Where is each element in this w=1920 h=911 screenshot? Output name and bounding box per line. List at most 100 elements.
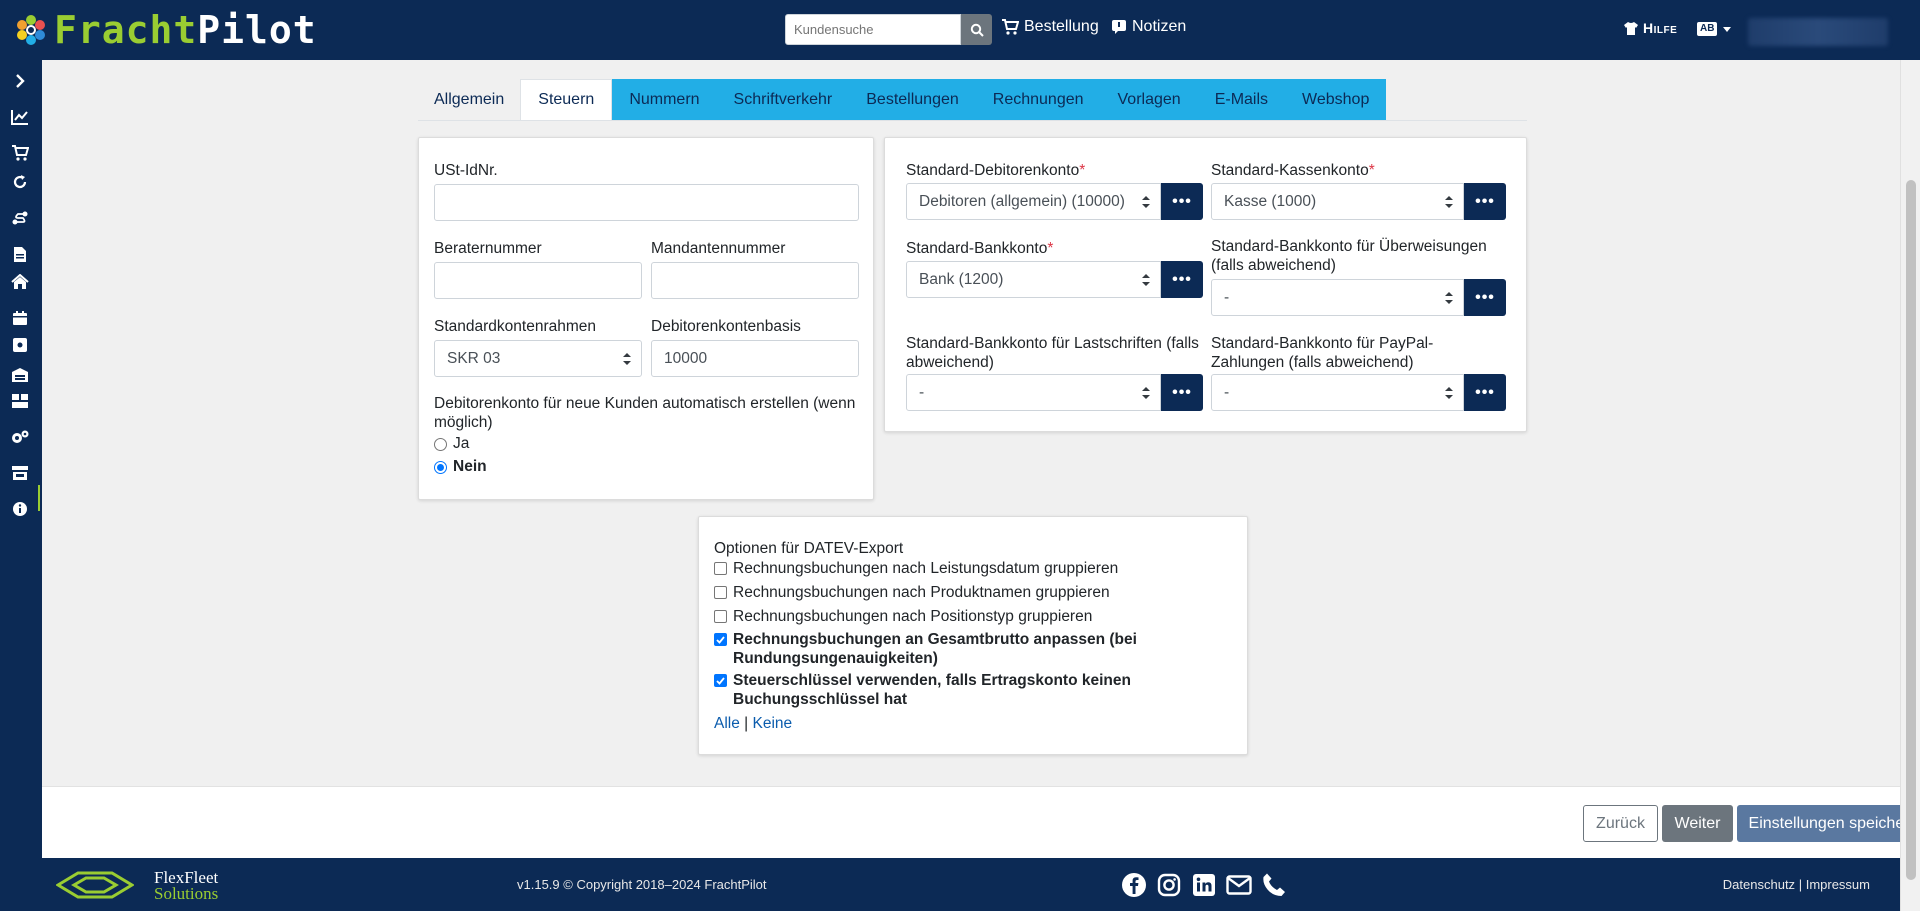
- home-icon[interactable]: [9, 271, 31, 293]
- bank-debit-select[interactable]: -: [906, 374, 1161, 411]
- radio-yes[interactable]: Ja: [434, 435, 469, 453]
- select-caret-icon: [1445, 387, 1453, 399]
- tab-webshop[interactable]: Webshop: [1285, 79, 1387, 120]
- imprint-link[interactable]: Impressum: [1806, 877, 1870, 892]
- cash-account-more-button[interactable]: •••: [1464, 183, 1506, 220]
- datev-option-label: Rechnungsbuchungen nach Leistungsdatum g…: [733, 560, 1119, 577]
- language-icon: AB: [1697, 22, 1718, 36]
- client-number-input[interactable]: [651, 262, 859, 299]
- cash-account-value: Kasse (1000): [1224, 192, 1317, 210]
- select-caret-icon: [1142, 196, 1150, 208]
- privacy-link[interactable]: Datenschutz: [1723, 877, 1795, 892]
- user-menu[interactable]: [1748, 18, 1888, 46]
- footer-links: Datenschutz | Impressum: [1723, 877, 1870, 892]
- settings-tabs: Allgemein Steuern Nummern Schriftverkehr…: [418, 79, 1387, 120]
- logo-text-part2: Pilot: [197, 8, 317, 52]
- settings-icon[interactable]: [9, 426, 31, 448]
- checkbox[interactable]: [714, 562, 727, 575]
- page-scrollbar[interactable]: [1900, 60, 1920, 911]
- info-icon[interactable]: [9, 498, 31, 520]
- store-icon[interactable]: [9, 462, 31, 484]
- checkbox[interactable]: [714, 610, 727, 623]
- checkbox-checked[interactable]: [714, 674, 727, 687]
- datev-option-label: Steuerschlüssel verwenden, falls Ertrags…: [733, 672, 1131, 708]
- help-label: Hilfe: [1643, 20, 1678, 36]
- warehouse-icon[interactable]: [9, 364, 31, 386]
- checkbox-checked[interactable]: [714, 633, 727, 646]
- cash-account-select[interactable]: Kasse (1000): [1211, 183, 1464, 220]
- datev-option-tax-key[interactable]: Steuerschlüssel verwenden, falls Ertrags…: [714, 671, 1214, 709]
- tab-bestellungen[interactable]: Bestellungen: [849, 79, 976, 120]
- instagram-icon[interactable]: [1155, 871, 1182, 898]
- bank-transfer-more-button[interactable]: •••: [1464, 279, 1506, 316]
- bank-account-more-button[interactable]: •••: [1161, 261, 1203, 298]
- select-all-link[interactable]: Alle: [714, 715, 740, 732]
- datev-option-service-date[interactable]: Rechnungsbuchungen nach Leistungsdatum g…: [714, 559, 1118, 578]
- paypal-account-more-button[interactable]: •••: [1464, 374, 1506, 411]
- advisor-number-input[interactable]: [434, 262, 642, 299]
- checkbox[interactable]: [714, 586, 727, 599]
- tab-nummern[interactable]: Nummern: [612, 79, 717, 120]
- footer-link-separator: |: [1798, 877, 1803, 892]
- refresh-icon[interactable]: [9, 171, 31, 193]
- mail-icon[interactable]: [1225, 871, 1252, 898]
- radio-yes-circle[interactable]: [434, 437, 447, 451]
- debtor-account-select[interactable]: Debitoren (allgemein) (10000): [906, 183, 1161, 220]
- check-icon: [716, 676, 725, 685]
- paypal-account-select[interactable]: -: [1211, 374, 1464, 411]
- next-button[interactable]: Weiter: [1662, 805, 1733, 842]
- search-button[interactable]: [961, 14, 992, 45]
- bank-account-value: Bank (1200): [919, 270, 1004, 288]
- radio-yes-label: Ja: [453, 435, 470, 452]
- debtor-account-more-button[interactable]: •••: [1161, 183, 1203, 220]
- document-icon[interactable]: [9, 243, 31, 265]
- grid-icon[interactable]: [9, 390, 31, 412]
- radio-no-circle[interactable]: [434, 460, 447, 474]
- radio-no[interactable]: Nein: [434, 458, 487, 476]
- tab-steuern[interactable]: Steuern: [520, 79, 613, 120]
- order-link[interactable]: Bestellung: [1001, 18, 1099, 36]
- search-icon: [970, 23, 984, 37]
- box-icon[interactable]: [9, 334, 31, 356]
- notes-label: Notizen: [1132, 18, 1187, 35]
- linkedin-icon[interactable]: [1190, 871, 1217, 898]
- bank-transfer-select[interactable]: -: [1211, 279, 1464, 316]
- help-link[interactable]: Hilfe: [1623, 20, 1677, 36]
- datev-option-label: Rechnungsbuchungen nach Positionstyp gru…: [733, 608, 1093, 625]
- debtor-base-input[interactable]: 10000: [651, 340, 859, 377]
- chevron-down-icon: [1723, 26, 1732, 32]
- datev-option-position-type[interactable]: Rechnungsbuchungen nach Positionstyp gru…: [714, 607, 1092, 626]
- language-dropdown[interactable]: AB: [1697, 22, 1732, 36]
- back-button[interactable]: Zurück: [1583, 805, 1658, 842]
- tab-schriftverkehr[interactable]: Schriftverkehr: [716, 79, 850, 120]
- search-input[interactable]: [785, 14, 961, 45]
- route-icon[interactable]: [9, 207, 31, 229]
- vat-id-input[interactable]: [434, 184, 859, 221]
- calendar-icon[interactable]: [9, 307, 31, 329]
- save-settings-button[interactable]: Einstellungen speichern: [1737, 805, 1920, 842]
- cart-icon: [1002, 19, 1019, 35]
- advisor-number-label: Beraternummer: [434, 240, 542, 257]
- default-accounts-card: Standard-Debitorenkonto* Debitoren (allg…: [884, 137, 1527, 432]
- cart-icon[interactable]: [9, 142, 31, 164]
- facebook-icon[interactable]: [1120, 871, 1147, 898]
- tab-rechnungen[interactable]: Rechnungen: [975, 79, 1101, 120]
- scrollbar-thumb[interactable]: [1906, 180, 1916, 880]
- tab-allgemein[interactable]: Allgemein: [418, 79, 520, 120]
- bank-account-select[interactable]: Bank (1200): [906, 261, 1161, 298]
- bank-debit-more-button[interactable]: •••: [1161, 374, 1203, 411]
- chart-icon[interactable]: [9, 106, 31, 128]
- phone-icon[interactable]: [1260, 871, 1287, 898]
- tab-emails[interactable]: E-Mails: [1197, 79, 1286, 120]
- notes-link[interactable]: Notizen: [1111, 18, 1186, 36]
- chevron-right-icon[interactable]: [9, 70, 31, 92]
- datev-option-gross-adjust[interactable]: Rechnungsbuchungen an Gesamtbrutto anpas…: [714, 630, 1214, 668]
- datev-option-product-name[interactable]: Rechnungsbuchungen nach Produktnamen gru…: [714, 583, 1110, 602]
- sidebar: [0, 60, 42, 911]
- tab-vorlagen[interactable]: Vorlagen: [1100, 79, 1198, 120]
- app-logo[interactable]: FrachtPilot: [14, 10, 317, 50]
- select-caret-icon: [1445, 292, 1453, 304]
- datev-options-card: Optionen für DATEV-Export Rechnungsbuchu…: [698, 516, 1248, 755]
- select-none-link[interactable]: Keine: [753, 715, 793, 732]
- chart-of-accounts-select[interactable]: SKR 03: [434, 340, 642, 377]
